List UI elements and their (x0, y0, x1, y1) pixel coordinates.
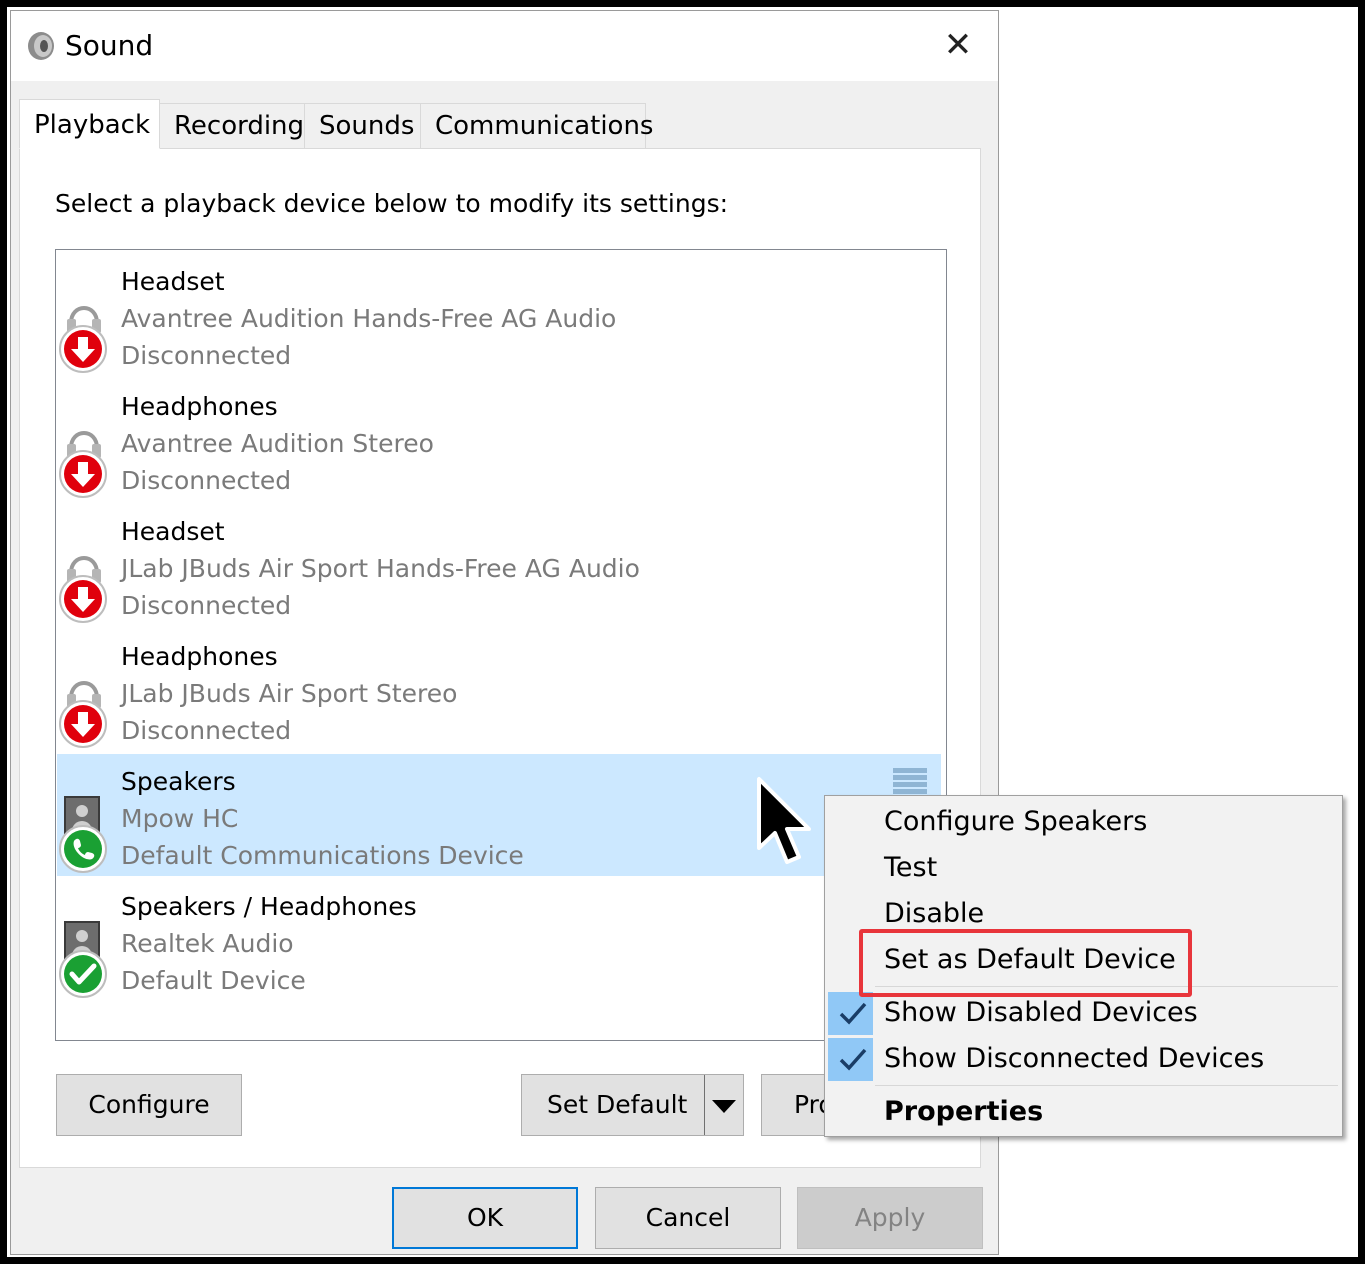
device-name: Headset (121, 517, 225, 546)
speaker-default-icon (59, 921, 107, 998)
chevron-down-icon (712, 1100, 736, 1113)
menu-item-configure-speakers[interactable]: Configure Speakers (884, 806, 1147, 837)
device-status: Disconnected (121, 341, 292, 370)
headset-disconnected-icon (59, 556, 107, 623)
ok-button[interactable]: OK (392, 1187, 578, 1249)
tab-communications[interactable]: Communications (420, 103, 653, 149)
device-row-headset-avantree[interactable]: Headset Avantree Audition Hands-Free AG … (57, 254, 941, 376)
device-name: Headphones (121, 642, 278, 671)
device-description: Mpow HC (121, 804, 239, 833)
device-description: JLab JBuds Air Sport Stereo (121, 679, 458, 708)
device-row-headphones-avantree[interactable]: Headphones Avantree Audition Stereo Disc… (57, 379, 941, 501)
device-name: Headset (121, 267, 225, 296)
tab-playback[interactable]: Playback (19, 99, 160, 149)
menu-item-show-disabled-devices[interactable]: Show Disabled Devices (884, 997, 1198, 1028)
headphones-disconnected-icon (59, 431, 107, 498)
headphones-disconnected-icon (59, 681, 107, 748)
window-title: Sound (65, 29, 154, 62)
check-indicator (828, 1038, 873, 1081)
menu-separator (875, 1085, 1338, 1086)
device-status: Disconnected (121, 591, 292, 620)
device-status: Default Communications Device (121, 841, 524, 870)
apply-button[interactable]: Apply (797, 1187, 983, 1249)
checkmark-icon (839, 1048, 867, 1071)
device-name: Speakers (121, 767, 236, 796)
speaker-app-icon (28, 32, 54, 60)
set-default-dropdown-arrow[interactable] (704, 1075, 743, 1135)
device-row-headphones-jlab[interactable]: Headphones JLab JBuds Air Sport Stereo D… (57, 629, 941, 751)
device-description: JLab JBuds Air Sport Hands-Free AG Audio (121, 554, 640, 583)
title-bar: Sound ✕ (11, 11, 998, 81)
headset-disconnected-icon (59, 306, 107, 373)
instruction-text: Select a playback device below to modify… (55, 189, 729, 218)
device-list[interactable]: Headset Avantree Audition Hands-Free AG … (55, 249, 947, 1041)
device-description: Avantree Audition Stereo (121, 429, 434, 458)
menu-item-disable[interactable]: Disable (884, 898, 984, 929)
tab-recording[interactable]: Recording (159, 103, 305, 149)
device-status: Disconnected (121, 466, 292, 495)
check-indicator (828, 992, 873, 1035)
menu-item-test[interactable]: Test (884, 852, 937, 883)
device-row-headset-jlab[interactable]: Headset JLab JBuds Air Sport Hands-Free … (57, 504, 941, 626)
configure-button[interactable]: Configure (56, 1074, 242, 1136)
menu-item-show-disconnected-devices[interactable]: Show Disconnected Devices (884, 1043, 1264, 1074)
device-description: Realtek Audio (121, 929, 294, 958)
annotation-highlight-box (859, 929, 1192, 997)
device-name: Headphones (121, 392, 278, 421)
speaker-communications-icon (59, 796, 107, 873)
set-default-split-button[interactable]: Set Default (521, 1074, 744, 1136)
device-status: Default Device (121, 966, 306, 995)
menu-item-properties[interactable]: Properties (884, 1096, 1043, 1127)
device-status: Disconnected (121, 716, 292, 745)
tab-sounds[interactable]: Sounds (304, 103, 421, 149)
volume-meter-icon (893, 768, 927, 794)
cancel-button[interactable]: Cancel (595, 1187, 781, 1249)
device-row-speakers-realtek[interactable]: Speakers / Headphones Realtek Audio Defa… (57, 879, 941, 1001)
device-name: Speakers / Headphones (121, 892, 417, 921)
close-button[interactable]: ✕ (932, 25, 984, 65)
checkmark-icon (839, 1002, 867, 1025)
mouse-pointer-icon (757, 777, 811, 864)
device-description: Avantree Audition Hands-Free AG Audio (121, 304, 617, 333)
set-default-label: Set Default (547, 1090, 688, 1119)
